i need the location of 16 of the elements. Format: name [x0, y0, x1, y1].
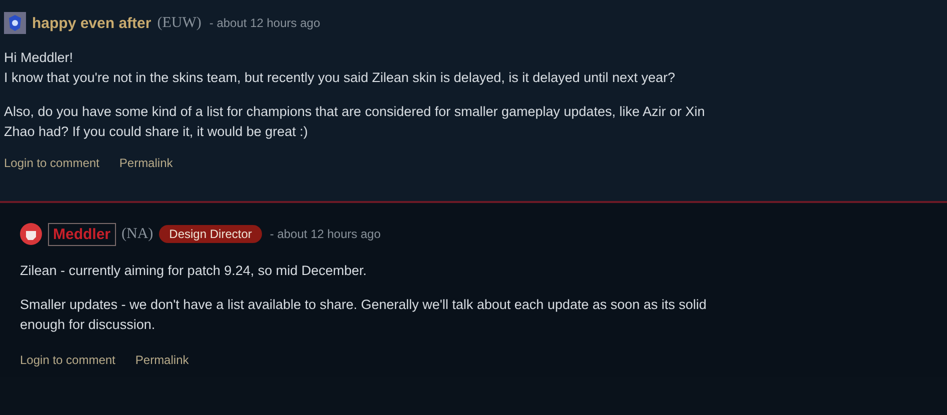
comment-text: Hi Meddler!	[4, 49, 74, 67]
region-label: (NA)	[122, 226, 154, 242]
role-badge: Design Director	[159, 225, 262, 243]
action-link[interactable]: Permalink	[135, 353, 189, 367]
comment-text: Also, do you have some kind of a list for champions that are considered for smaller gameplay updates, like Azir or Xin Zhao had? If you could share it, it would be great :)	[4, 103, 706, 141]
region-label: (EUW)	[157, 14, 202, 32]
timestamp: - about 12 hours ago	[270, 227, 381, 241]
avatar-icon	[4, 12, 26, 34]
comment-text: Zilean - currently aiming for patch 9.24, so mid December.	[20, 262, 368, 280]
comment-text: Smaller updates - we don't have a list available to share. Generally we'll talk about each update as soon as its solid enough for discussion.	[20, 296, 708, 334]
action-link[interactable]: Login to comment	[4, 156, 100, 170]
comment-text: I know that you're not in the skins team, but recently you said Zilean skin is delayed, is it delayed until next year?	[4, 69, 676, 87]
action-link[interactable]: Permalink	[119, 156, 173, 170]
action-link[interactable]: Login to comment	[20, 353, 116, 367]
timestamp: - about 12 hours ago	[209, 16, 320, 30]
author-name[interactable]: happy even after	[32, 14, 152, 32]
